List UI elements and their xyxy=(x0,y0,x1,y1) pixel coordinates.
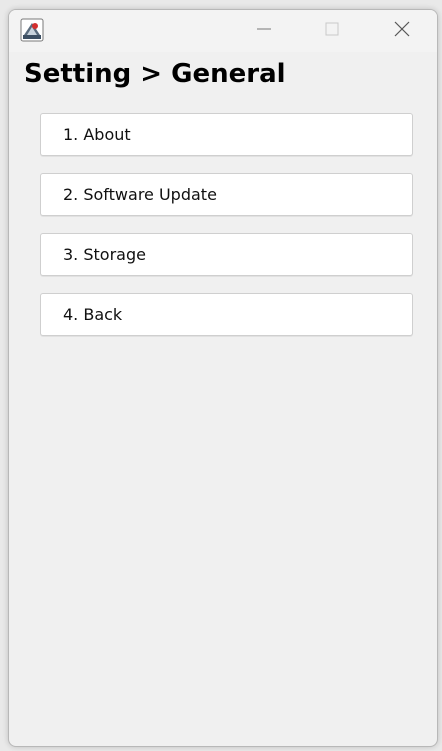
software-update-button[interactable]: 2. Software Update xyxy=(40,173,413,216)
close-icon xyxy=(393,20,411,42)
storage-button-label: 3. Storage xyxy=(63,245,146,264)
maximize-icon xyxy=(324,21,340,41)
title-bar[interactable] xyxy=(9,10,437,52)
about-button[interactable]: 1. About xyxy=(40,113,413,156)
minimize-button[interactable] xyxy=(241,10,287,52)
minimize-icon xyxy=(256,21,272,41)
software-update-button-label: 2. Software Update xyxy=(63,185,217,204)
java-app-icon[interactable] xyxy=(20,18,44,42)
maximize-button[interactable] xyxy=(309,10,355,52)
about-button-label: 1. About xyxy=(63,125,131,144)
back-button-label: 4. Back xyxy=(63,305,123,324)
menu-list: 1. About 2. Software Update 3. Storage 4… xyxy=(40,113,413,353)
page-title: Setting > General xyxy=(24,59,286,89)
back-button[interactable]: 4. Back xyxy=(40,293,413,336)
app-window: Setting > General 1. About 2. Software U… xyxy=(8,9,438,747)
close-button[interactable] xyxy=(379,10,425,52)
storage-button[interactable]: 3. Storage xyxy=(40,233,413,276)
